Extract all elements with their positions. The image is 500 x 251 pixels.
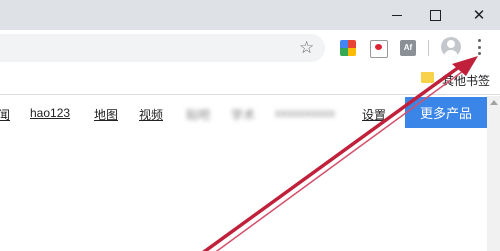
annotation-arrow [202, 56, 478, 251]
